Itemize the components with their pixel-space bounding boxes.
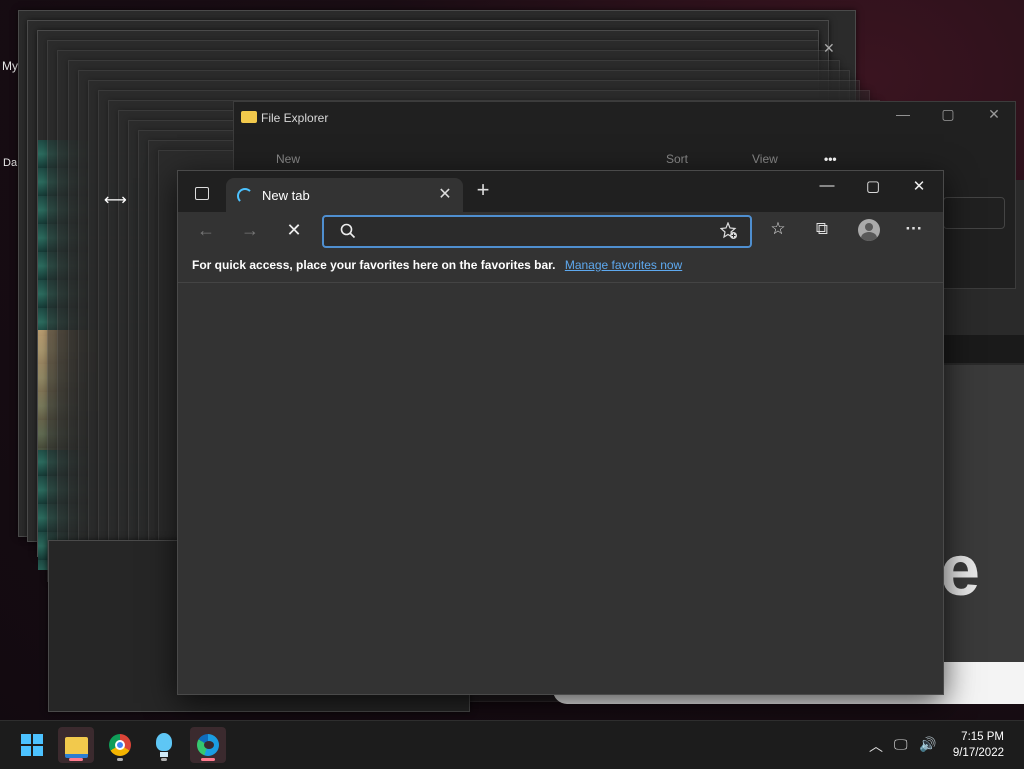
chrome-icon-center (115, 740, 125, 750)
running-indicator (69, 758, 83, 761)
taskbar-edge[interactable] (190, 727, 226, 763)
more-icon[interactable]: ··· (899, 219, 929, 239)
desktop-icon-label-1[interactable]: My (2, 59, 18, 73)
favorites-bar-text: For quick access, place your favorites h… (192, 258, 556, 272)
back-button[interactable]: ← (191, 220, 221, 241)
view-button[interactable]: View (752, 152, 778, 166)
search-box[interactable] (943, 197, 1005, 229)
new-button[interactable]: New (276, 152, 300, 166)
browser-toolbar: ← → ✕ ☆ ⧉ ··· (178, 212, 943, 254)
stop-button[interactable]: ✕ (279, 220, 309, 241)
favorites-icon[interactable]: ☆ (763, 219, 793, 239)
tab-title: New tab (262, 188, 310, 203)
close-icon[interactable]: ✕ (823, 40, 835, 57)
collections-icon[interactable]: ⧉ (807, 219, 837, 239)
minimize-button[interactable]: — (807, 177, 847, 194)
file-explorer-title: File Explorer (261, 111, 329, 125)
more-options-button[interactable]: ••• (824, 152, 837, 166)
favorites-bar: For quick access, place your favorites h… (178, 254, 943, 283)
running-indicator (117, 758, 123, 761)
taskbar-tips[interactable] (146, 727, 182, 763)
resize-cursor-icon: ⟷ (104, 192, 127, 209)
profile-avatar[interactable] (858, 219, 880, 241)
network-icon[interactable]: 🖵 (894, 736, 908, 753)
clock-date: 9/17/2022 (952, 747, 1004, 759)
clock-time: 7:15 PM (961, 731, 1004, 743)
running-indicator (201, 758, 215, 761)
manage-favorites-link[interactable]: Manage favorites now (565, 258, 682, 272)
maximize-button[interactable]: ▢ (853, 177, 893, 195)
forward-button[interactable]: → (235, 220, 265, 241)
add-favorite-icon[interactable] (720, 222, 738, 240)
taskbar: ︿ 🖵 🔊 7:15 PM 9/17/2022 (0, 720, 1024, 769)
background-panel (942, 365, 1024, 662)
address-bar[interactable] (322, 215, 752, 248)
maximize-button[interactable]: ▢ (933, 106, 963, 123)
edge-window[interactable]: New tab ✕ + — ▢ ✕ ← → ✕ ☆ ⧉ ··· For quic… (177, 170, 944, 695)
taskbar-file-explorer[interactable] (58, 727, 94, 763)
loading-spinner-icon (237, 188, 253, 204)
new-tab-button[interactable]: + (469, 177, 497, 203)
search-icon (340, 223, 356, 239)
close-button[interactable]: ✕ (979, 106, 1009, 123)
folder-icon (65, 737, 88, 758)
minimize-button[interactable]: — (888, 106, 918, 122)
chevron-up-icon[interactable]: ︿ (869, 736, 883, 756)
tab-strip: New tab ✕ + — ▢ ✕ (178, 171, 943, 212)
system-clock[interactable]: 7:15 PM 9/17/2022 (953, 729, 1004, 761)
page-content[interactable] (178, 283, 943, 694)
close-button[interactable]: ✕ (899, 177, 939, 195)
tab-new-tab[interactable]: New tab ✕ (226, 178, 463, 212)
favorites-bar-message: For quick access, place your favorites h… (192, 258, 682, 272)
taskbar-chrome[interactable] (102, 727, 138, 763)
start-button[interactable] (14, 727, 50, 763)
tab-actions-icon[interactable] (195, 187, 209, 200)
background-big-e: e (940, 531, 981, 611)
sort-button[interactable]: Sort (666, 152, 688, 166)
lightbulb-icon (156, 733, 172, 751)
address-input[interactable] (364, 221, 708, 243)
running-indicator (161, 758, 167, 761)
volume-icon[interactable]: 🔊 (919, 736, 936, 753)
folder-icon (241, 111, 257, 123)
desktop-icon-label-2[interactable]: Da (3, 157, 17, 169)
tab-close-icon[interactable]: ✕ (435, 184, 455, 204)
background-strip-2 (942, 335, 1024, 363)
